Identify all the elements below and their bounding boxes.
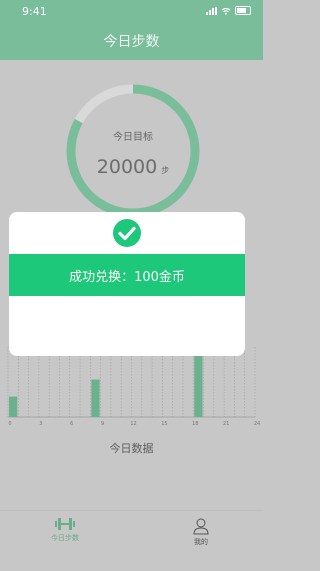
status-icons <box>206 6 251 15</box>
success-dialog[interactable]: 成功兑换：100金币 <box>9 212 245 356</box>
success-banner: 成功兑换：100金币 <box>9 254 245 296</box>
chart-bar <box>194 349 203 417</box>
hourly-steps-chart: 0 3 6 9 12 15 18 21 24 <box>7 347 260 427</box>
progress-ring-icon <box>66 84 200 218</box>
x-tick-label: 9 <box>101 421 104 427</box>
tab-mine-label: 我的 <box>194 538 208 546</box>
tab-mine[interactable]: 我的 <box>156 517 246 547</box>
tab-bar: 今日步数 我的 <box>0 510 263 571</box>
person-icon <box>193 518 209 535</box>
x-tick-label: 24 <box>254 421 260 427</box>
tab-today-steps-label: 今日步数 <box>51 534 79 542</box>
goal-value-line: 20000 步 <box>64 156 202 178</box>
check-circle-icon <box>113 219 141 247</box>
battery-icon <box>235 6 251 15</box>
signal-icon <box>206 6 217 15</box>
x-tick-label: 0 <box>8 421 11 427</box>
wifi-icon <box>221 7 231 15</box>
dumbbell-icon <box>55 518 75 530</box>
goal-label: 今日目标 <box>113 132 153 143</box>
goal-ring: 今日目标 20000 步 <box>64 82 202 220</box>
x-tick-label: 18 <box>192 421 198 427</box>
tab-today-steps[interactable]: 今日步数 <box>20 517 110 543</box>
chart-caption: 今日数据 <box>109 442 154 455</box>
goal-value: 20000 <box>96 156 158 178</box>
page-title: 今日步数 <box>103 34 160 50</box>
nav-bar: 今日步数 <box>0 22 263 60</box>
goal-unit: 步 <box>161 166 170 175</box>
x-tick-label: 21 <box>223 421 229 427</box>
status-time: 9:41 <box>22 5 47 18</box>
chart-bar <box>91 379 100 417</box>
x-tick-label: 3 <box>39 421 42 427</box>
success-message: 成功兑换：100金币 <box>69 269 185 285</box>
chart-bar <box>9 396 18 417</box>
x-tick-label: 12 <box>130 421 136 427</box>
x-tick-label: 15 <box>161 421 167 427</box>
status-bar: 9:41 <box>0 0 263 22</box>
x-tick-label: 6 <box>70 421 73 427</box>
